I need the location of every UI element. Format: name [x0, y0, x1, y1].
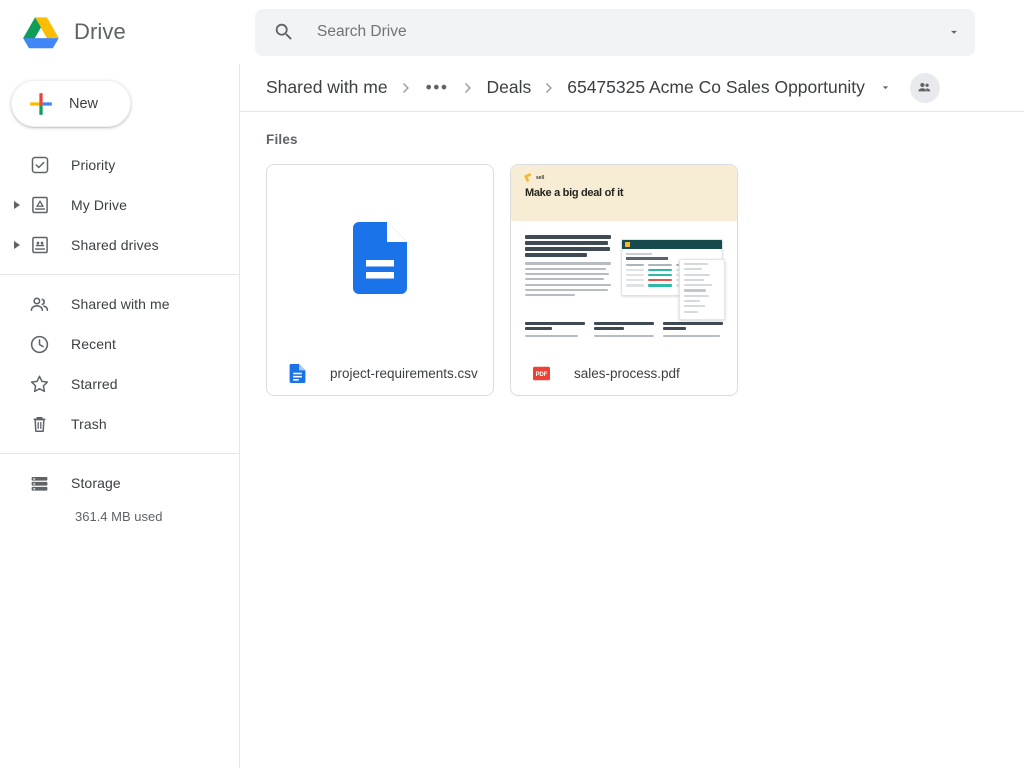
- clock-icon: [29, 334, 50, 355]
- sidebar-group-primary: Priority My Drive: [0, 145, 239, 265]
- trash-icon: [29, 414, 50, 435]
- plus-icon: [28, 91, 54, 117]
- sidebar-item-my-drive[interactable]: My Drive: [0, 185, 239, 225]
- sidebar-item-storage[interactable]: Storage: [0, 463, 239, 503]
- sidebar-divider: [0, 453, 239, 454]
- pdf-page-preview: sell Make a big deal of it: [511, 165, 737, 351]
- storage-icon: [29, 473, 50, 494]
- pdf-preview-brand-row: sell: [525, 174, 723, 181]
- storage-used-text: 361.4 MB used: [75, 509, 239, 524]
- my-drive-icon: [29, 195, 50, 216]
- files-section-label: Files: [266, 132, 998, 147]
- breadcrumb-item-ellipsis[interactable]: •••: [424, 77, 451, 98]
- file-name: sales-process.pdf: [574, 366, 680, 381]
- sidebar-item-shared-drives[interactable]: Shared drives: [0, 225, 239, 265]
- sidebar-item-label: Recent: [71, 336, 116, 352]
- sidebar-item-label: Shared with me: [71, 296, 170, 312]
- search-bar[interactable]: [255, 9, 975, 56]
- generic-doc-icon: [353, 222, 407, 294]
- people-icon: [29, 294, 50, 315]
- pdf-preview-paragraph: [525, 235, 611, 322]
- pdf-preview-column: Just a few clicks does the trick: [525, 322, 585, 340]
- svg-text:PDF: PDF: [536, 372, 548, 378]
- new-button[interactable]: New: [11, 80, 131, 127]
- file-card-sales-process[interactable]: sell Make a big deal of it: [510, 164, 738, 396]
- file-name: project-requirements.csv: [330, 366, 478, 381]
- file-card-footer: PDF sales-process.pdf: [511, 351, 737, 395]
- pdf-file-icon: PDF: [533, 364, 550, 383]
- search-icon: [273, 21, 295, 43]
- sidebar-item-label: My Drive: [71, 197, 127, 213]
- google-docs-file-icon: [289, 364, 306, 383]
- sidebar-item-label: Starred: [71, 376, 118, 392]
- file-card-project-requirements[interactable]: project-requirements.csv: [266, 164, 494, 396]
- sidebar-item-trash[interactable]: Trash: [0, 404, 239, 444]
- pdf-preview-brand: sell: [536, 175, 544, 181]
- chevron-right-icon: [540, 79, 558, 97]
- pdf-preview-hero: sell Make a big deal of it: [511, 165, 737, 221]
- people-shared-badge[interactable]: [910, 73, 940, 103]
- file-card-grid: project-requirements.csv sell Make a big…: [266, 164, 998, 396]
- top-bar: Drive: [0, 0, 1024, 64]
- folder-menu-chevron-down-icon[interactable]: [879, 81, 892, 94]
- sidebar-item-priority[interactable]: Priority: [0, 145, 239, 185]
- app-brand[interactable]: Drive: [0, 0, 255, 64]
- pdf-preview-body: [511, 221, 737, 322]
- shared-drives-icon: [29, 235, 50, 256]
- file-card-footer: project-requirements.csv: [267, 351, 493, 395]
- sidebar: New Priority My Drive: [0, 64, 240, 768]
- breadcrumb-item-shared-with-me[interactable]: Shared with me: [266, 77, 388, 98]
- chevron-right-icon: [459, 79, 477, 97]
- sidebar-group-storage: Storage 361.4 MB used: [0, 463, 239, 524]
- sidebar-item-label: Storage: [71, 475, 121, 491]
- search-area: [255, 0, 1024, 64]
- new-button-label: New: [69, 96, 98, 112]
- expand-triangle-icon[interactable]: [12, 200, 22, 210]
- pdf-preview-columns: Just a few clicks does the trick Make sm…: [511, 322, 737, 352]
- sidebar-group-secondary: Shared with me Recent Starred: [0, 284, 239, 444]
- pdf-preview-column: Get everyone on the same page: [663, 322, 723, 340]
- people-shared-icon: [916, 79, 933, 96]
- sidebar-divider: [0, 274, 239, 275]
- sell-logo-icon: [524, 173, 533, 182]
- pdf-preview-app-screenshot: [621, 235, 723, 322]
- search-input[interactable]: [317, 23, 939, 41]
- search-options-chevron-down-icon[interactable]: [947, 25, 961, 39]
- sidebar-item-recent[interactable]: Recent: [0, 324, 239, 364]
- pdf-preview-column: Make smarter sales decisions: [594, 322, 654, 340]
- files-area: Files: [240, 112, 1024, 396]
- file-thumbnail: [267, 165, 493, 351]
- sidebar-item-shared-with-me[interactable]: Shared with me: [0, 284, 239, 324]
- app-title: Drive: [74, 19, 126, 45]
- main-content: Shared with me ••• Deals 65475325 Acme C…: [240, 64, 1024, 768]
- sidebar-item-label: Shared drives: [71, 237, 159, 253]
- breadcrumb: Shared with me ••• Deals 65475325 Acme C…: [240, 64, 1024, 112]
- breadcrumb-item-deals[interactable]: Deals: [486, 77, 531, 98]
- sidebar-item-label: Priority: [71, 157, 115, 173]
- expand-triangle-icon[interactable]: [12, 240, 22, 250]
- google-drive-logo: [22, 15, 60, 49]
- file-thumbnail: sell Make a big deal of it: [511, 165, 737, 351]
- pdf-preview-title: Make a big deal of it: [525, 187, 723, 199]
- sidebar-item-label: Trash: [71, 416, 107, 432]
- mini-app-logo-icon: [625, 242, 630, 247]
- priority-check-icon: [29, 155, 50, 176]
- sidebar-item-starred[interactable]: Starred: [0, 364, 239, 404]
- mini-app-dropdown-menu: [679, 259, 725, 320]
- chevron-right-icon: [397, 79, 415, 97]
- star-icon: [29, 374, 50, 395]
- mini-app-title-bar: [622, 240, 722, 249]
- breadcrumb-item-current-folder[interactable]: 65475325 Acme Co Sales Opportunity: [567, 77, 865, 98]
